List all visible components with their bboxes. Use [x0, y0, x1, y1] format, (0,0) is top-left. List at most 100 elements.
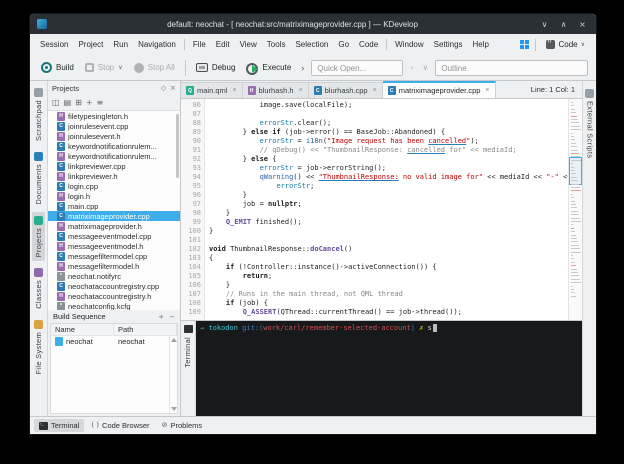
file-login-h[interactable]: Hlogin.h — [48, 191, 180, 201]
editor-tab-blurhash-cpp[interactable]: Cblurhash.cpp× — [309, 82, 383, 98]
menu-settings[interactable]: Settings — [429, 37, 468, 52]
column-header-path[interactable]: Path — [114, 324, 177, 335]
menu-tools[interactable]: Tools — [262, 37, 291, 52]
dock-tab-label: Scratchpad — [35, 100, 43, 141]
dock-tab-projects[interactable]: Projects — [32, 212, 45, 262]
cpp-file-icon: C — [57, 232, 65, 241]
app-grid-icon[interactable] — [520, 40, 529, 49]
file-keywordnotificationrulem[interactable]: Ckeywordnotificationrulem... — [48, 141, 180, 151]
file-joinrulesevent-h[interactable]: Hjoinrulesevent.h — [48, 131, 180, 141]
code-line-88: errorStr.clear(); — [209, 119, 568, 128]
toolbar: Build Stop ∨ Stop All Debug Execute › Qu… — [30, 55, 596, 81]
menu-file[interactable]: File — [188, 37, 211, 52]
locate-current-document-icon[interactable]: ◫ — [52, 99, 60, 107]
file-messageeventmodel-h[interactable]: Hmessageeventmodel.h — [48, 241, 180, 251]
terminal-console[interactable]: → tokodon git:(work/carl/remember-select… — [196, 321, 582, 416]
menu-help[interactable]: Help — [468, 37, 494, 52]
menu-project[interactable]: Project — [73, 37, 108, 52]
menu-session[interactable]: Session — [35, 37, 73, 52]
statusbar-code-browser[interactable]: ( )Code Browser — [86, 419, 154, 432]
header-file-icon: H — [57, 242, 65, 251]
cpp-file-icon: C — [388, 86, 396, 95]
outline-field[interactable]: Outline — [435, 60, 588, 76]
dock-tab-documents[interactable]: Documents — [32, 148, 45, 209]
build-seq-row-neochat[interactable]: neochatneochat — [51, 336, 177, 347]
menu-run[interactable]: Run — [108, 37, 133, 52]
menu-go[interactable]: Go — [333, 37, 354, 52]
quick-open-field[interactable]: Quick Open... — [311, 60, 403, 76]
stop-button[interactable]: Stop ∨ — [82, 61, 126, 74]
file-main-cpp[interactable]: Cmain.cpp — [48, 201, 180, 211]
file-linkpreviewer-cpp[interactable]: Clinkpreviewer.cpp — [48, 161, 180, 171]
file-neochat-notifyrc[interactable]: *neochat.notifyrc — [48, 271, 180, 281]
close-tab-icon[interactable]: × — [299, 87, 303, 94]
dock-tab-file-system[interactable]: File System — [32, 316, 45, 378]
file-joinrulesevent-cpp[interactable]: Cjoinrulesevent.cpp — [48, 121, 180, 131]
code-line-94: qWarning() << "ThumbnailResponse: no val… — [209, 173, 568, 182]
dock-tab-label: File System — [35, 332, 43, 374]
table-scrollbar[interactable] — [169, 336, 177, 413]
toolbar-overflow-button[interactable]: › — [299, 63, 306, 73]
nav-dropdown-button[interactable]: ∨ — [421, 61, 431, 74]
build-button[interactable]: Build — [38, 60, 77, 75]
scroll-up-icon[interactable] — [171, 338, 177, 342]
code-line-104: if (!Controller::instance()->activeConne… — [209, 263, 568, 272]
file-neochatconfig-kcfg[interactable]: *neochatconfig.kcfg — [48, 301, 180, 310]
editor-tab-blurhash-h[interactable]: Hblurhash.h× — [243, 82, 309, 98]
maximize-button[interactable]: ∧ — [557, 20, 570, 29]
dock-tab-external-scripts[interactable]: External Scripts — [583, 85, 596, 162]
menu-selection[interactable]: Selection — [290, 37, 333, 52]
debug-button[interactable]: Debug — [193, 61, 239, 74]
close-tab-icon[interactable]: × — [373, 87, 377, 94]
file-login-cpp[interactable]: Clogin.cpp — [48, 181, 180, 191]
nav-back-button[interactable]: ‹ — [408, 61, 415, 74]
menu-navigation[interactable]: Navigation — [133, 37, 181, 52]
statusbar-problems[interactable]: ⊘Problems — [157, 419, 208, 432]
file-matriximageprovider-h[interactable]: Hmatriximageprovider.h — [48, 221, 180, 231]
editor-tab-main-qml[interactable]: Qmain.qml× — [181, 82, 243, 98]
file-keywordnotificationrulem[interactable]: Hkeywordnotificationrulem... — [48, 151, 180, 161]
file-matriximageprovider-cpp[interactable]: Cmatriximageprovider.cpp — [48, 211, 180, 221]
file-filetypesingleton-h[interactable]: Hfiletypesingleton.h — [48, 111, 180, 121]
build-seq-remove-button[interactable]: − — [169, 313, 175, 321]
stop-all-button[interactable]: Stop All — [131, 61, 178, 75]
classes-icon — [34, 268, 43, 277]
menu-code[interactable]: Code — [354, 37, 383, 52]
editor-tab-matriximageprovider-cpp[interactable]: Cmatriximageprovider.cpp× — [383, 81, 496, 98]
statusbar-terminal[interactable]: Terminal — [34, 419, 84, 432]
column-header-name[interactable]: Name — [51, 324, 114, 335]
menu-view[interactable]: View — [235, 37, 262, 52]
tree-scrollbar[interactable] — [176, 114, 179, 178]
file-messageeventmodel-cpp[interactable]: Cmessageeventmodel.cpp — [48, 231, 180, 241]
file-messagefiltermodel-cpp[interactable]: Cmessagefiltermodel.cpp — [48, 251, 180, 261]
terminal-dock-tab[interactable]: Terminal — [181, 321, 196, 416]
reload-icon[interactable]: ▤ — [64, 99, 72, 107]
dock-tab-classes[interactable]: Classes — [32, 264, 45, 313]
close-tab-icon[interactable]: × — [232, 87, 236, 94]
close-tab-icon[interactable]: × — [485, 87, 489, 94]
close-button[interactable]: × — [576, 20, 589, 29]
file-messagefiltermodel-h[interactable]: Hmessagefiltermodel.h — [48, 261, 180, 271]
panel-float-button[interactable]: ◇ — [161, 84, 166, 92]
project-file-tree[interactable]: Hfiletypesingleton.hCjoinrulesevent.cppH… — [48, 110, 180, 310]
minimize-button[interactable]: ∨ — [538, 20, 551, 29]
file-neochataccountregistry-cpp[interactable]: Cneochataccountregistry.cpp — [48, 281, 180, 291]
build-set-icon[interactable]: ⊞ — [75, 99, 82, 107]
build-seq-add-button[interactable]: + — [158, 313, 164, 321]
minimap-scrollbar[interactable] — [568, 99, 582, 320]
menu-window[interactable]: Window — [390, 37, 428, 52]
execute-button[interactable]: Execute — [243, 60, 294, 75]
file-linkpreviewer-h[interactable]: Hlinkpreviewer.h — [48, 171, 180, 181]
titlebar[interactable]: default: neochat - [ neochat:src/matrixi… — [30, 14, 596, 34]
panel-close-button[interactable]: × — [170, 84, 176, 92]
filter-icon[interactable]: ≡ — [97, 99, 104, 107]
file-neochataccountregistry-h[interactable]: Hneochataccountregistry.h — [48, 291, 180, 301]
add-icon[interactable]: + — [86, 99, 93, 107]
cpp-file-icon: C — [57, 212, 65, 221]
dock-tab-scratchpad[interactable]: Scratchpad — [32, 84, 45, 145]
menu-edit[interactable]: Edit — [211, 37, 235, 52]
perspective-button[interactable]: Code ∨ — [542, 38, 589, 51]
problems-icon: ⊘ — [162, 422, 168, 429]
scroll-down-icon[interactable] — [171, 407, 177, 411]
code-editor[interactable]: image.save(localFile); errorStr.clear();… — [205, 99, 568, 320]
